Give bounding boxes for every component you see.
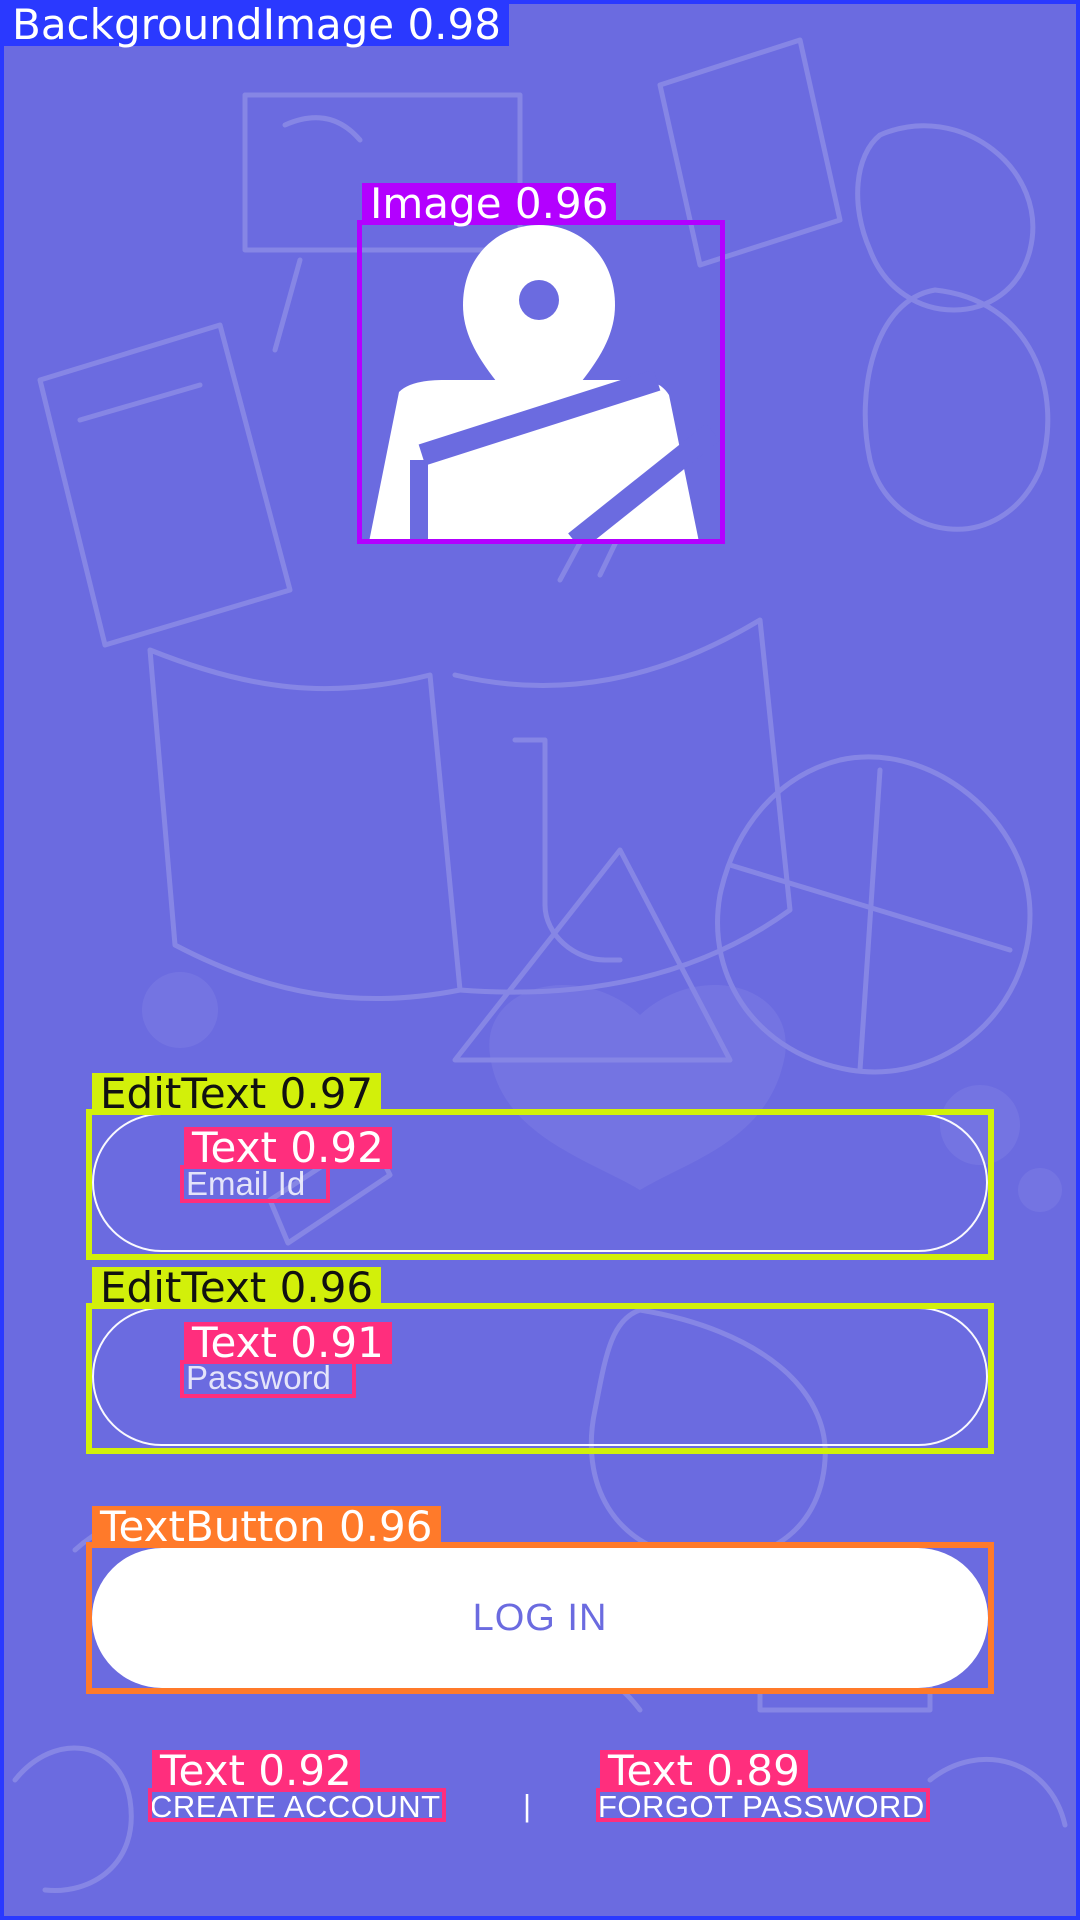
login-button-label: LOG IN: [472, 1596, 608, 1639]
link-separator: |: [523, 1788, 532, 1823]
email-placeholder: Email Id: [186, 1165, 306, 1202]
login-screen: Email Id Password LOG IN CREATE ACCOUNT …: [0, 0, 1080, 1920]
email-field[interactable]: Email Id: [92, 1113, 988, 1252]
create-account-link[interactable]: CREATE ACCOUNT: [150, 1791, 441, 1822]
login-button[interactable]: LOG IN: [92, 1548, 988, 1688]
password-field[interactable]: Password: [92, 1307, 988, 1446]
forgot-password-link[interactable]: FORGOT PASSWORD: [598, 1791, 925, 1822]
password-placeholder: Password: [186, 1359, 331, 1396]
map-pin-icon: [369, 225, 720, 544]
